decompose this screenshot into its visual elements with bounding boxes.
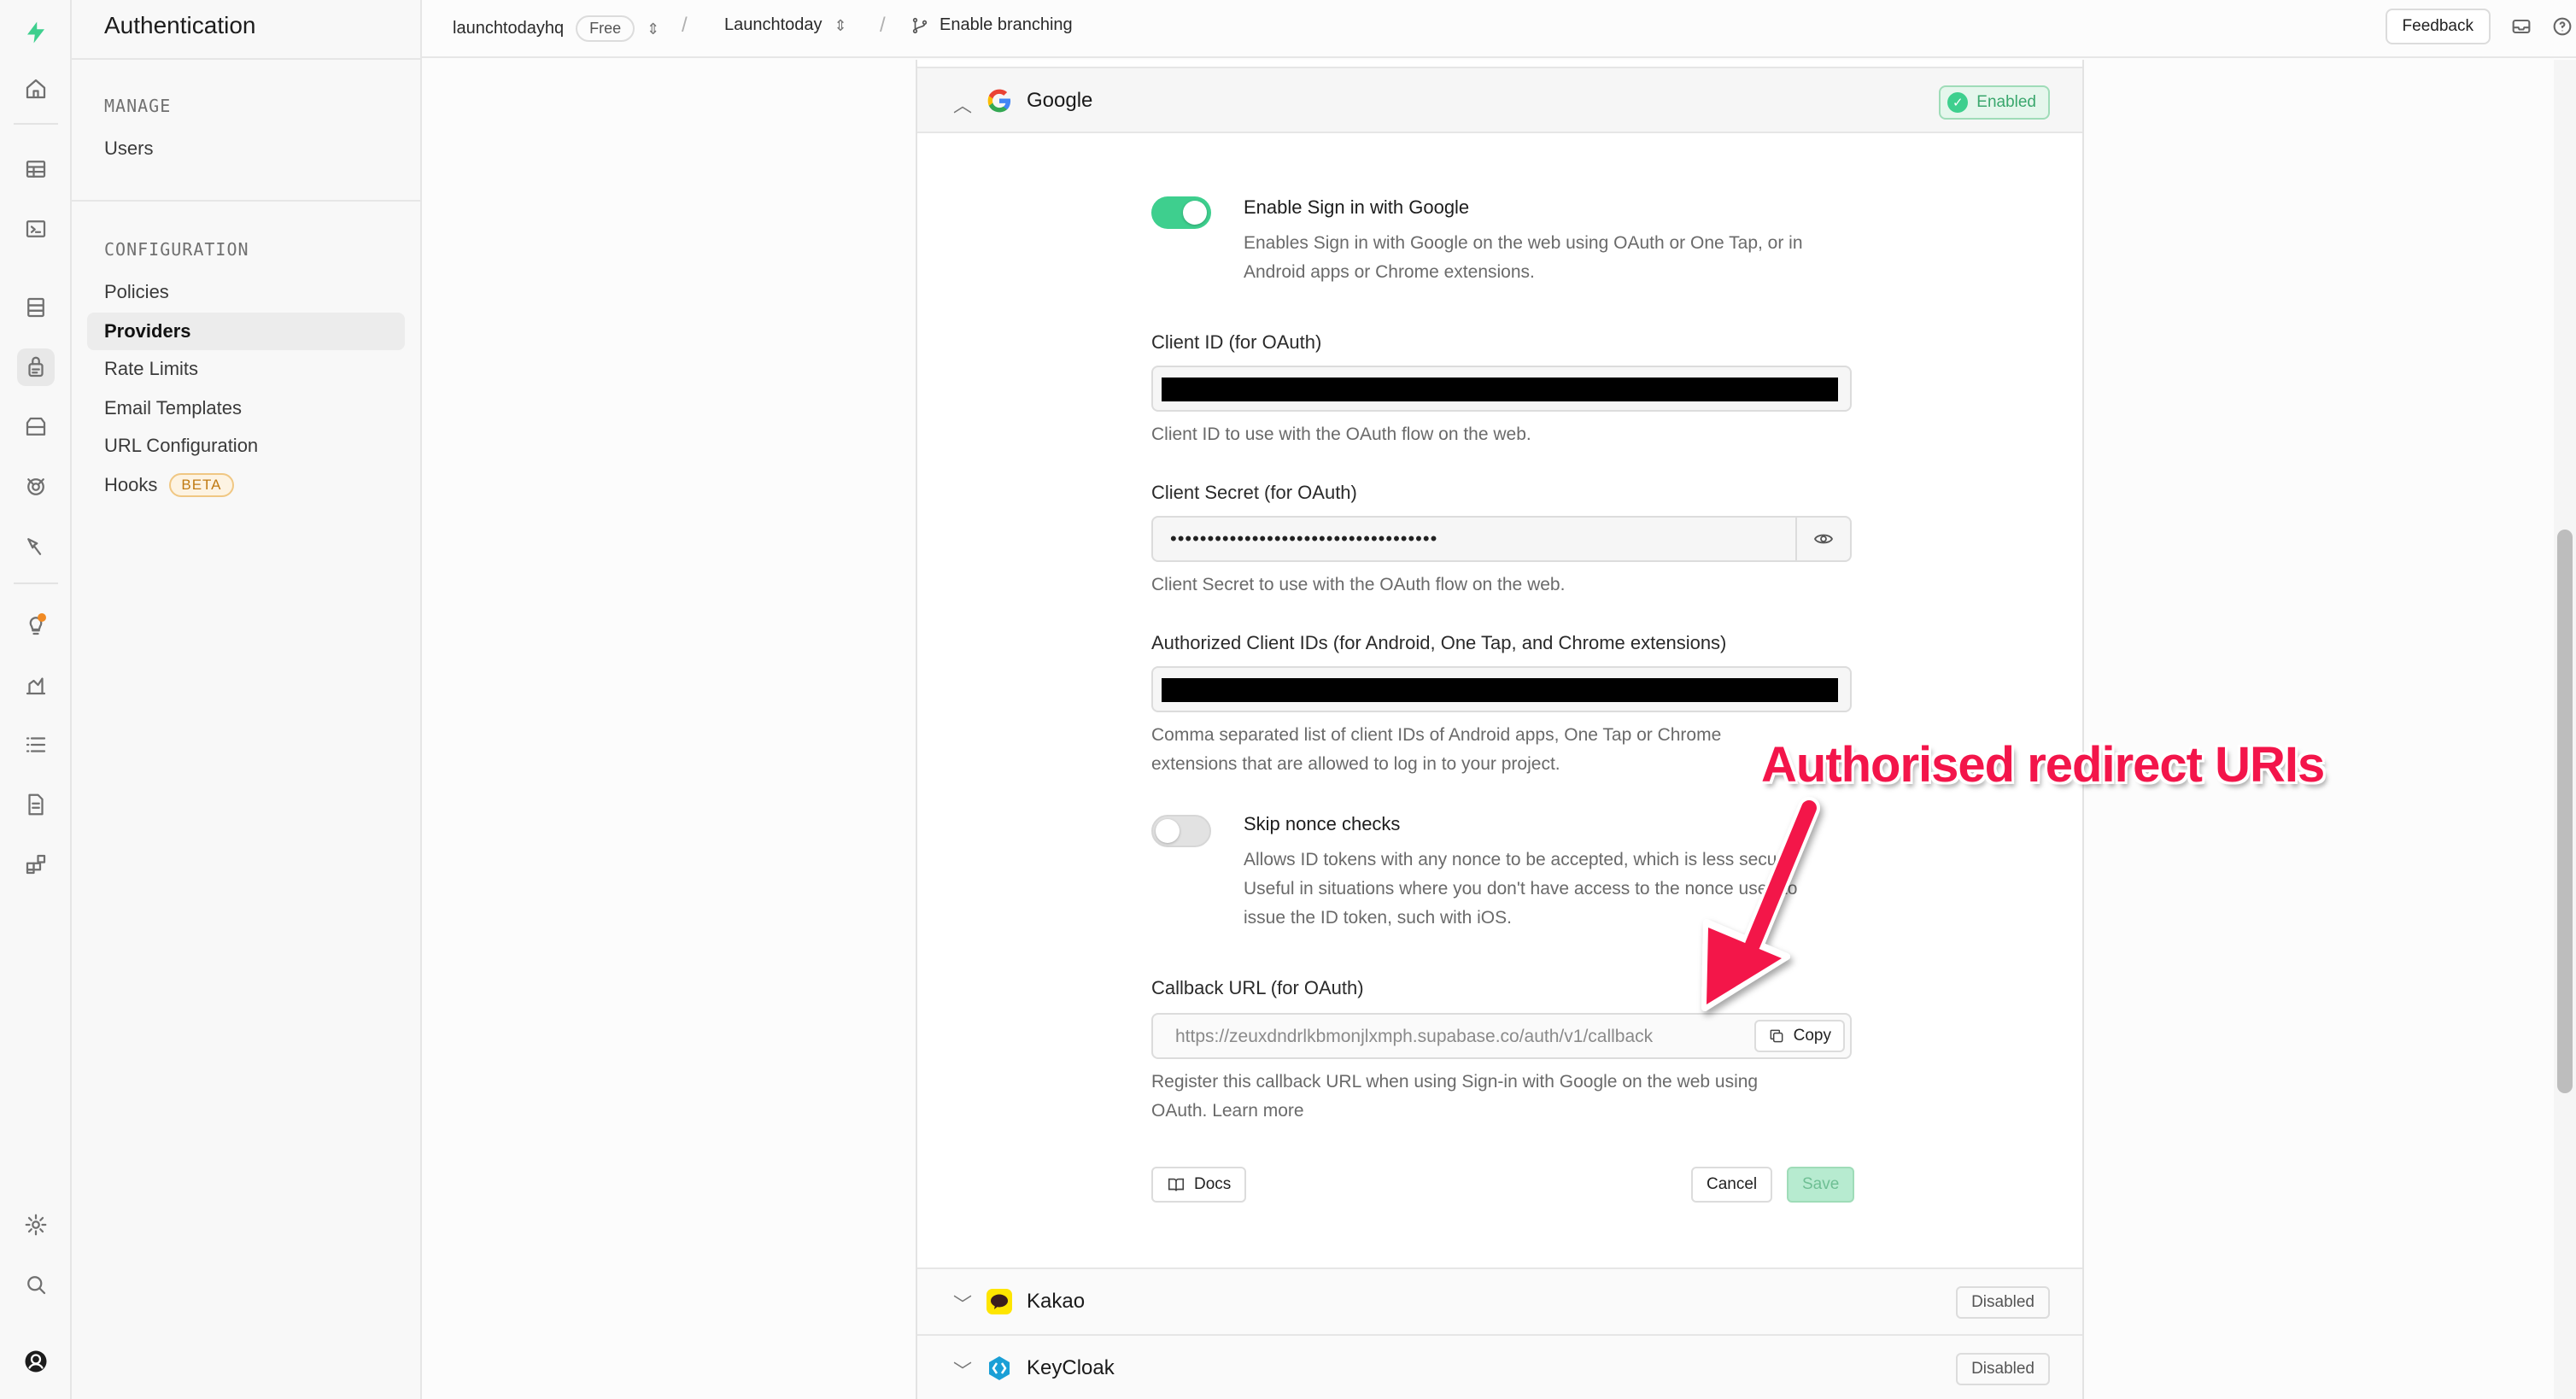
search-icon[interactable] [17,1266,55,1303]
kakao-provider-row[interactable]: ﹀ Kakao Disabled [917,1267,2082,1334]
cancel-button[interactable]: Cancel [1691,1167,1773,1203]
edge-functions-icon[interactable] [17,528,55,565]
callback-help-line2[interactable]: OAuth. Learn more [1151,1097,1304,1126]
client-id-help: Client ID to use with the OAuth flow on … [1151,424,1531,444]
git-branch-icon [912,17,928,33]
callback-url-label: Callback URL (for OAuth) [1151,977,1364,998]
realtime-icon[interactable] [17,468,55,506]
feedback-button[interactable]: Feedback [2385,9,2491,44]
client-id-label: Client ID (for OAuth) [1151,331,1322,353]
home-icon[interactable] [17,70,55,108]
reports-icon[interactable] [17,666,55,704]
client-secret-value: •••••••••••••••••••••••••••••••••••• [1170,528,1438,549]
menu-item-providers[interactable]: Providers [87,313,405,350]
status-badge: Disabled [1956,1353,2050,1385]
api-docs-icon[interactable] [17,786,55,823]
org-selector[interactable]: launchtodayhq Free ⇕ [453,15,659,42]
enable-branching-button[interactable]: Enable branching [910,15,1073,35]
chevron-down-icon[interactable]: ﹀ [953,1290,972,1317]
authentication-icon[interactable] [17,348,55,386]
skip-nonce-desc-line3: issue the ID token, such with iOS. [1244,908,1512,928]
enable-google-toggle[interactable] [1151,196,1211,229]
google-provider-header[interactable]: ︿ Google ✓ Enabled [917,67,2082,133]
sql-editor-icon[interactable] [17,210,55,248]
org-name: launchtodayhq [453,19,565,38]
menu-title: Authentication [104,12,256,38]
menu-item-users[interactable]: Users [87,130,405,167]
chevron-down-icon[interactable]: ﹀ [953,1356,972,1384]
skip-nonce-toggle[interactable] [1151,815,1211,847]
status-badge: Disabled [1956,1286,2050,1319]
menu-item-url-configuration[interactable]: URL Configuration [87,427,405,465]
auth-side-menu: Authentication MANAGE Users CONFIGURATIO… [72,0,422,1399]
authorized-client-ids-label: Authorized Client IDs (for Android, One … [1151,632,1727,653]
integrations-icon[interactable] [17,846,55,883]
enable-google-title: Enable Sign in with Google [1244,196,1470,218]
advisor-notification-dot [38,613,46,622]
plan-badge: Free [576,15,635,42]
redacted-value [1162,678,1838,702]
save-button[interactable]: Save [1787,1167,1855,1203]
chevron-up-down-icon: ⇕ [834,16,847,34]
help-icon[interactable] [2550,15,2574,38]
annotation-label: Authorised redirect URIs [1761,737,2325,793]
book-icon [1168,1178,1185,1191]
providers-panel: ︿ Google ✓ Enabled Enable Sign in with G… [916,60,2084,1399]
google-logo-icon [987,89,1011,113]
provider-name: Kakao [1027,1290,1086,1313]
settings-icon[interactable] [17,1206,55,1244]
inbox-icon[interactable] [2509,15,2533,38]
chevron-up-down-icon: ⇕ [647,20,660,38]
configuration-heading: CONFIGURATION [104,239,249,260]
keycloak-provider-row[interactable]: ﹀ KeyCloak Disabled [917,1334,2082,1399]
storage-icon[interactable] [17,408,55,446]
provider-name: Google [1027,89,1093,112]
chevron-up-icon[interactable]: ︿ [953,91,972,118]
database-icon[interactable] [17,289,55,326]
scrollbar-thumb[interactable] [2557,530,2573,1093]
manage-heading: MANAGE [104,96,172,116]
logs-icon[interactable] [17,726,55,764]
menu-item-hooks-label: Hooks [104,474,158,495]
eye-icon [1813,534,1834,544]
check-circle-icon: ✓ [1947,92,1969,113]
top-bar: launchtodayhq Free ⇕ / Launchtoday ⇕ / E… [422,0,2576,58]
authorized-client-ids-input[interactable] [1151,666,1852,712]
annotation-arrow-icon [1701,797,1820,1011]
client-id-input[interactable] [1151,366,1852,412]
enable-google-desc-line2: Android apps or Chrome extensions. [1244,262,1535,282]
client-secret-help: Client Secret to use with the OAuth flow… [1151,575,1566,594]
icon-rail [0,0,72,1399]
menu-item-hooks[interactable]: Hooks BETA [87,466,405,504]
authorized-help-line2: extensions that are allowed to log in to… [1151,754,1560,774]
skip-nonce-title: Skip nonce checks [1244,813,1401,834]
supabase-logo-icon[interactable] [17,14,55,51]
docs-button[interactable]: Docs [1151,1167,1247,1203]
advisors-icon[interactable] [17,606,55,644]
callback-help-line1: Register this callback URL when using Si… [1151,1072,1759,1092]
docs-label: Docs [1194,1175,1232,1193]
reveal-secret-button[interactable] [1795,518,1850,560]
redacted-value [1162,378,1838,401]
authorized-help-line1: Comma separated list of client IDs of An… [1151,725,1722,745]
branching-label: Enable branching [940,15,1073,34]
keycloak-logo-icon [989,1356,1010,1380]
callback-url-value: https://zeuxdndrlkbmonjlxmph.supabase.co… [1175,1027,1654,1046]
status-label: Enabled [1976,93,2036,111]
menu-item-policies[interactable]: Policies [87,273,405,311]
menu-item-rate-limits[interactable]: Rate Limits [87,350,405,388]
client-secret-label: Client Secret (for OAuth) [1151,482,1357,503]
menu-item-email-templates[interactable]: Email Templates [87,389,405,427]
provider-name: KeyCloak [1027,1356,1115,1379]
enable-google-desc-line1: Enables Sign in with Google on the web u… [1244,233,1803,253]
table-editor-icon[interactable] [17,150,55,188]
user-avatar-icon[interactable] [17,1343,55,1380]
client-secret-input[interactable]: •••••••••••••••••••••••••••••••••••• [1151,516,1852,562]
project-name: Launchtoday [724,15,823,34]
project-selector[interactable]: Launchtoday ⇕ [724,15,847,35]
status-badge: ✓ Enabled [1939,85,2050,120]
beta-badge: BETA [169,473,234,497]
kakao-logo-icon [986,1289,1012,1314]
